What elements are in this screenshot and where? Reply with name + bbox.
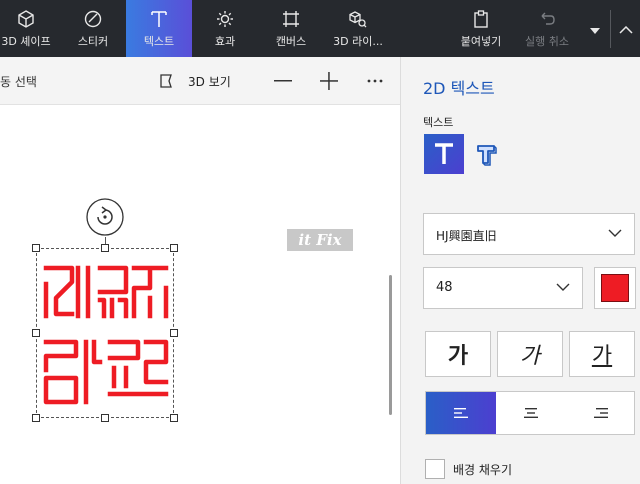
flag-icon xyxy=(160,74,172,88)
undo-icon xyxy=(541,12,555,25)
ellipsis-icon xyxy=(367,79,383,83)
more-options-button[interactable] xyxy=(364,69,386,93)
top-toolbar: 3D 셰이프 스티커 텍스트 효과 캔버스 3D 라이... 붙여넣기 실행 취… xyxy=(0,0,640,57)
zoom-in-button[interactable] xyxy=(318,69,340,93)
tool-label: 스티커 xyxy=(77,34,109,48)
tool-canvas[interactable]: 캔버스 xyxy=(258,0,324,57)
resize-handle[interactable] xyxy=(101,244,109,252)
tool-label: 텍스트 xyxy=(143,34,175,48)
rotate-handle[interactable] xyxy=(85,197,125,237)
align-center-button[interactable] xyxy=(496,392,566,434)
resize-handle[interactable] xyxy=(170,414,178,422)
alignment-group xyxy=(425,391,635,435)
tool-label: 3D 셰이프 xyxy=(1,34,51,48)
2d-text-icon xyxy=(435,143,453,164)
align-left-button[interactable] xyxy=(426,392,496,434)
canvas-icon xyxy=(283,10,299,27)
chevron-up-icon xyxy=(619,26,633,34)
toolbar-divider xyxy=(610,10,611,48)
view-3d-label: 3D 보기 xyxy=(188,74,231,89)
bold-button[interactable]: 가 xyxy=(425,331,491,377)
minus-icon xyxy=(274,80,292,82)
resize-handle[interactable] xyxy=(32,244,40,252)
chevron-down-icon xyxy=(590,28,600,34)
3d-text-icon xyxy=(477,145,497,166)
font-family-value: HJ興園直旧 xyxy=(436,229,497,243)
text-properties-panel: 2D 텍스트 텍스트 HJ興園直旧 48 가 가 가 배경 채우기 xyxy=(400,57,640,484)
align-right-icon xyxy=(594,408,608,418)
vertical-scrollbar[interactable] xyxy=(389,275,392,415)
tool-label: 효과 xyxy=(214,34,236,48)
canvas-subbar: 동 선택 3D 보기 xyxy=(0,57,400,105)
chevron-down-icon xyxy=(556,283,570,291)
align-right-button[interactable] xyxy=(566,392,636,434)
paint-3d-window: 3D 셰이프 스티커 텍스트 효과 캔버스 3D 라이... 붙여넣기 실행 취… xyxy=(0,0,640,484)
text-type-label: 텍스트 xyxy=(423,116,454,129)
align-center-icon xyxy=(524,408,538,418)
select-button[interactable]: 동 선택 xyxy=(0,73,37,90)
chevron-down-icon xyxy=(608,229,622,237)
view-3d-button[interactable]: 3D 보기 xyxy=(158,69,231,93)
underline-button[interactable]: 가 xyxy=(569,331,635,377)
watermark: it Fix xyxy=(287,229,353,251)
font-size-value: 48 xyxy=(436,280,453,295)
text-icon xyxy=(151,10,167,27)
2d-text-button[interactable] xyxy=(424,134,464,174)
watermark-text: it Fix xyxy=(298,231,342,249)
sun-icon xyxy=(217,10,233,27)
canvas-area[interactable]: 동 선택 3D 보기 it Fix xyxy=(0,57,400,484)
tool-label: 실행 취소 xyxy=(525,34,569,48)
paste-icon xyxy=(474,9,488,28)
resize-handle[interactable] xyxy=(170,244,178,252)
3d-text-button[interactable] xyxy=(473,141,499,167)
tool-effects[interactable]: 효과 xyxy=(194,0,256,57)
resize-handle[interactable] xyxy=(32,329,40,337)
resize-handle[interactable] xyxy=(170,329,178,337)
resize-handle[interactable] xyxy=(32,414,40,422)
undo-button[interactable]: 실행 취소 xyxy=(516,0,578,57)
plus-icon xyxy=(320,72,338,90)
font-size-select[interactable]: 48 xyxy=(423,267,583,309)
tool-stickers[interactable]: 스티커 xyxy=(62,0,124,57)
more-history-button[interactable] xyxy=(584,20,606,42)
text-color-picker[interactable] xyxy=(594,267,636,309)
text-color-swatch xyxy=(601,274,629,302)
background-fill-option[interactable]: 배경 채우기 xyxy=(425,459,512,479)
text-object[interactable] xyxy=(42,262,170,410)
font-family-select[interactable]: HJ興園直旧 xyxy=(423,213,635,255)
background-fill-label: 배경 채우기 xyxy=(453,462,513,477)
collapse-toolbar-button[interactable] xyxy=(614,18,638,42)
paste-button[interactable]: 붙여넣기 xyxy=(450,0,512,57)
tool-3d-shapes[interactable]: 3D 셰이프 xyxy=(0,0,58,57)
tool-3d-library[interactable]: 3D 라이... xyxy=(326,0,390,57)
zoom-out-button[interactable] xyxy=(272,69,294,93)
library-icon xyxy=(349,10,367,27)
italic-button[interactable]: 가 xyxy=(497,331,563,377)
cube-icon xyxy=(18,9,34,28)
align-left-icon xyxy=(454,408,468,418)
tool-label: 캔버스 xyxy=(275,34,307,48)
sticker-icon xyxy=(84,10,102,27)
tool-text[interactable]: 텍스트 xyxy=(126,0,192,57)
resize-handle[interactable] xyxy=(101,414,109,422)
tool-label: 붙여넣기 xyxy=(460,34,502,48)
background-fill-checkbox[interactable] xyxy=(425,459,445,479)
tool-label: 3D 라이... xyxy=(333,34,383,48)
panel-title: 2D 텍스트 xyxy=(423,79,495,98)
